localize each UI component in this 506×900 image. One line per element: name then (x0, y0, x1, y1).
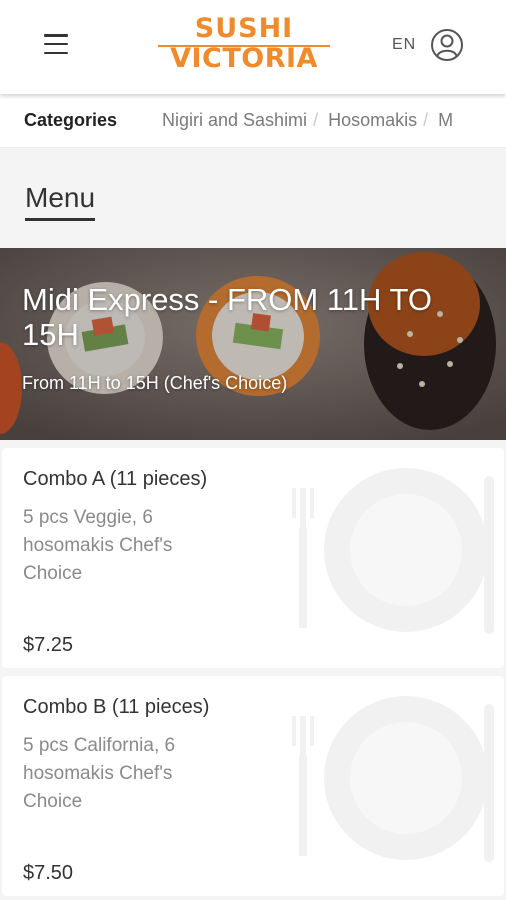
logo-rule (158, 45, 330, 47)
item-name: Combo A (11 pieces) (23, 468, 208, 490)
category-next[interactable]: M (438, 110, 453, 131)
menu-item-card[interactable]: Combo B (11 pieces) 5 pcs California, 6 … (2, 676, 504, 896)
item-price: $7.25 (23, 634, 74, 656)
user-account-icon[interactable] (430, 28, 464, 62)
item-price: $7.50 (23, 862, 74, 884)
category-separator: / (313, 110, 319, 130)
section-subtitle: From 11H to 15H (Chef's Choice) (22, 373, 288, 393)
item-description: 5 pcs California, 6 hosomakis Chef's Cho… (23, 735, 176, 812)
hamburger-menu-icon[interactable] (44, 34, 68, 54)
logo-line-2: VICTORIA (170, 43, 318, 74)
language-selector[interactable]: EN (392, 36, 416, 54)
category-nigiri-sashimi[interactable]: Nigiri and Sashimi (162, 110, 307, 131)
app-header: SUSHI VICTORIA EN (0, 0, 506, 94)
menu-item-card[interactable]: Combo A (11 pieces) 5 pcs Veggie, 6 hoso… (2, 448, 504, 668)
logo-line-1: SUSHI (194, 13, 294, 44)
section-banner: Midi Express - FROM 11H TO 15H From 11H … (0, 248, 506, 440)
category-hosomakis[interactable]: Hosomakis (328, 110, 417, 131)
item-description: 5 pcs Veggie, 6 hosomakis Chef's Choice (23, 507, 173, 584)
menu-heading: Menu (25, 182, 96, 221)
category-nav: Categories Nigiri and Sashimi / Hosomaki… (0, 94, 506, 148)
brand-logo[interactable]: SUSHI VICTORIA (158, 14, 330, 78)
category-separator: / (423, 110, 429, 130)
item-name: Combo B (11 pieces) (23, 696, 210, 718)
section-title: Midi Express - FROM 11H TO 15H (22, 282, 432, 352)
categories-label: Categories (24, 110, 118, 130)
plate-cutlery-icon (292, 696, 494, 862)
plate-cutlery-icon (292, 468, 494, 634)
